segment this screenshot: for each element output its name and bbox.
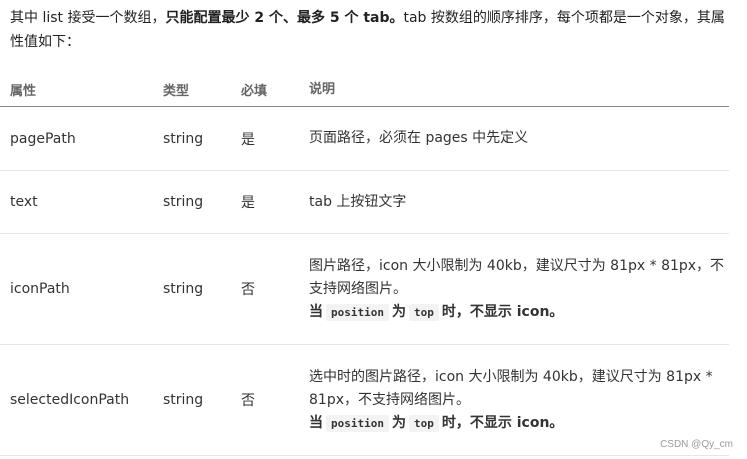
cell-required: 是 bbox=[241, 170, 309, 234]
table-row: text string 是 tab 上按钮文字 bbox=[0, 170, 729, 234]
note-is: 为 bbox=[391, 414, 406, 431]
intro-text-bold: 只能配置最少 2 个、最多 5 个 tab。 bbox=[165, 10, 404, 26]
cell-type: string bbox=[163, 106, 241, 171]
cell-description: 页面路径，必须在 pages 中先定义 bbox=[309, 106, 729, 171]
inline-code: position bbox=[326, 414, 389, 432]
note-is: 为 bbox=[391, 303, 406, 320]
properties-table: 属性 类型 必填 说明 pagePath string 是 页面路径，必须在 p… bbox=[0, 72, 729, 456]
cell-type: string bbox=[163, 233, 241, 345]
cell-required: 否 bbox=[241, 344, 309, 456]
note-when: 当 bbox=[309, 303, 323, 320]
header-type: 类型 bbox=[163, 72, 241, 107]
intro-text-1: 其中 list 接受一个数组， bbox=[10, 10, 166, 26]
note-when: 当 bbox=[309, 414, 323, 431]
cell-description: tab 上按钮文字 bbox=[309, 170, 729, 234]
table-row: pagePath string 是 页面路径，必须在 pages 中先定义 bbox=[0, 106, 729, 171]
description-note: 当 position 为 top 时，不显示 icon。 bbox=[309, 412, 729, 435]
description-text: 选中时的图片路径，icon 大小限制为 40kb，建议尺寸为 81px * 81… bbox=[309, 368, 713, 408]
watermark: CSDN @Qy_cm bbox=[660, 439, 733, 450]
cell-name: pagePath bbox=[0, 106, 163, 171]
inline-code: top bbox=[408, 414, 439, 432]
inline-code: position bbox=[326, 303, 389, 321]
cell-name: text bbox=[0, 170, 163, 234]
intro-paragraph: 其中 list 接受一个数组，只能配置最少 2 个、最多 5 个 tab。tab… bbox=[10, 6, 735, 54]
cell-description: 图片路径，icon 大小限制为 40kb，建议尺寸为 81px * 81px，不… bbox=[309, 233, 729, 345]
note-rest: 时，不显示 icon。 bbox=[441, 303, 564, 320]
cell-type: string bbox=[163, 170, 241, 234]
note-rest: 时，不显示 icon。 bbox=[441, 414, 564, 431]
cell-type: string bbox=[163, 344, 241, 456]
table-row: selectedIconPath string 否 选中时的图片路径，icon … bbox=[0, 344, 729, 456]
cell-name: iconPath bbox=[0, 233, 163, 345]
table-header-row: 属性 类型 必填 说明 bbox=[0, 72, 729, 107]
header-required: 必填 bbox=[241, 72, 309, 107]
description-text: 图片路径，icon 大小限制为 40kb，建议尺寸为 81px * 81px，不… bbox=[309, 257, 725, 297]
header-description: 说明 bbox=[309, 72, 729, 107]
table-row: iconPath string 否 图片路径，icon 大小限制为 40kb，建… bbox=[0, 233, 729, 345]
description-note: 当 position 为 top 时，不显示 icon。 bbox=[309, 301, 729, 324]
cell-required: 否 bbox=[241, 233, 309, 345]
cell-name: selectedIconPath bbox=[0, 344, 163, 456]
cell-required: 是 bbox=[241, 106, 309, 171]
header-name: 属性 bbox=[0, 72, 163, 107]
inline-code: top bbox=[408, 303, 439, 321]
